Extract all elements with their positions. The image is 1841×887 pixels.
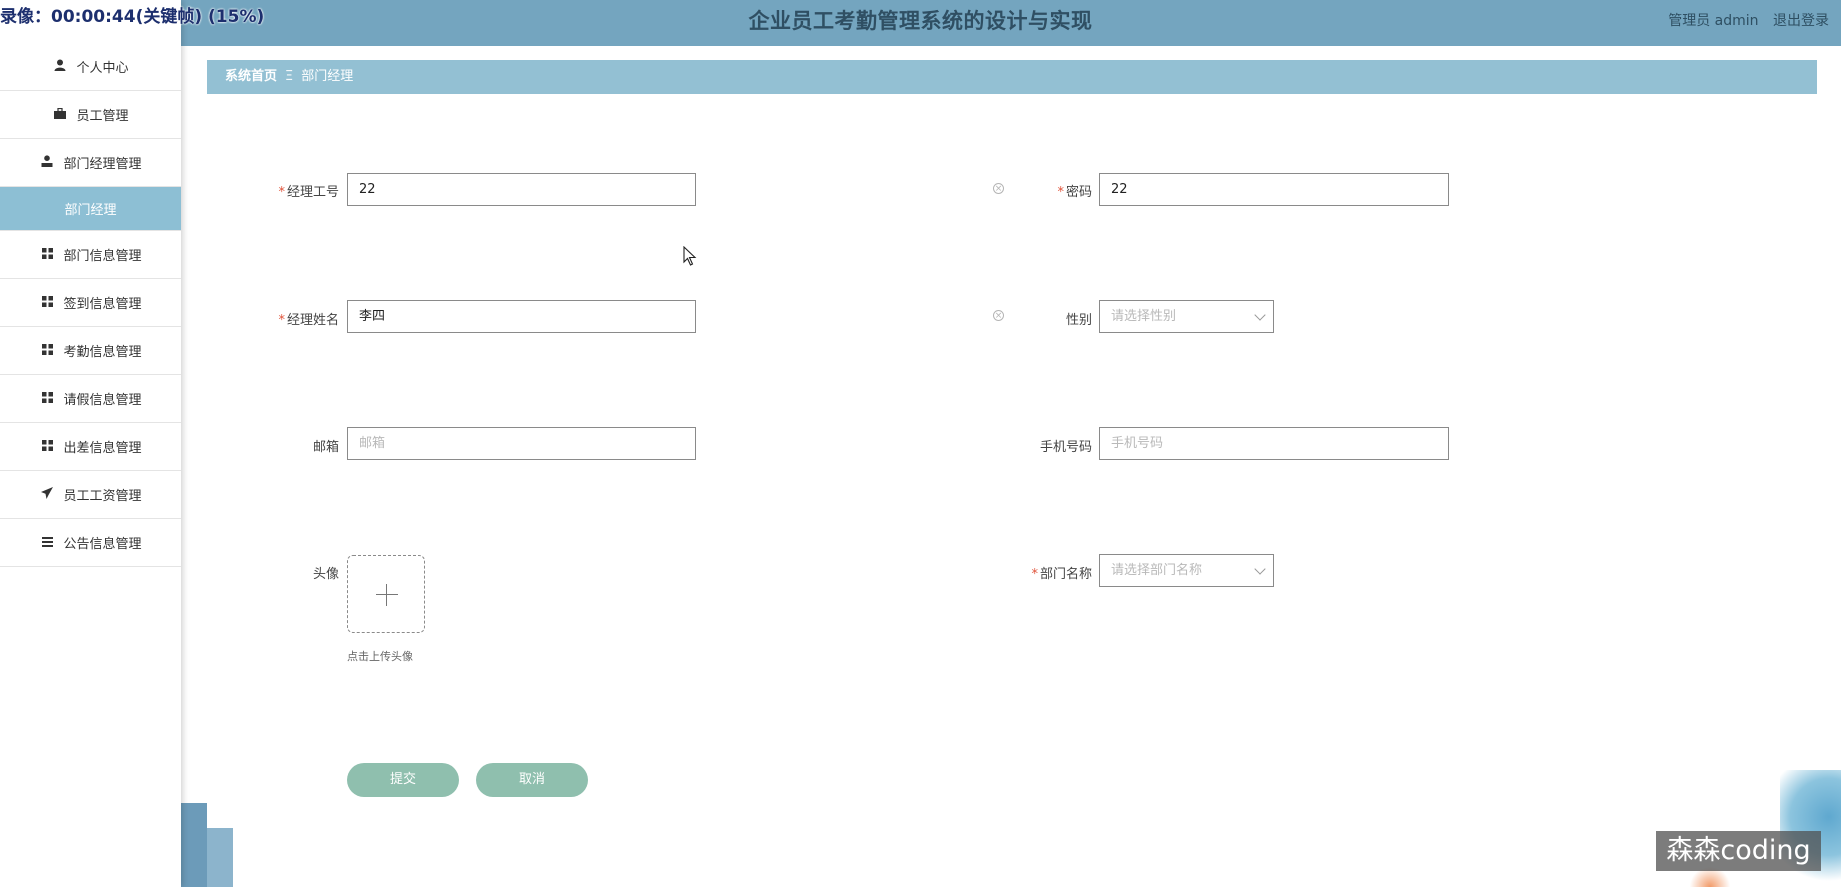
- watermark: 森森coding: [1656, 831, 1821, 871]
- breadcrumb-home[interactable]: 系统首页: [225, 69, 277, 84]
- manager-name-label: * 经理姓名: [229, 309, 339, 328]
- manager-id-input[interactable]: 22: [347, 173, 696, 206]
- user-icon: [52, 59, 68, 74]
- send-icon: [39, 487, 55, 502]
- sidebar-item-label: 员工管理: [76, 109, 129, 124]
- submit-button[interactable]: 提交: [347, 763, 459, 797]
- password-label: * 密码: [982, 181, 1092, 200]
- plus-icon: [376, 594, 398, 595]
- sidebar-item-label: 部门经理: [64, 203, 117, 218]
- manager-id-label: * 经理工号: [229, 181, 339, 200]
- sidebar-item-personal-center[interactable]: 个人中心: [0, 43, 181, 91]
- background-decoration: [181, 803, 207, 887]
- phone-input[interactable]: 手机号码: [1099, 427, 1449, 460]
- header-bar: 企业员工考勤管理系统的设计与实现 管理员 admin 退出登录: [0, 0, 1841, 46]
- required-mark: *: [1031, 567, 1038, 582]
- gender-label-text: 性别: [1065, 313, 1092, 328]
- sidebar-item-label: 公告信息管理: [63, 537, 142, 552]
- email-input[interactable]: 邮箱: [347, 427, 696, 460]
- logout-link[interactable]: 退出登录: [1773, 13, 1829, 29]
- password-input[interactable]: 22: [1099, 173, 1449, 206]
- sidebar-item-label: 请假信息管理: [63, 393, 142, 408]
- sidebar-item-label: 个人中心: [76, 61, 129, 76]
- grid-icon: [39, 295, 55, 310]
- gender-select[interactable]: 请选择性别: [1099, 300, 1274, 333]
- user-role: 管理员 admin: [1668, 13, 1759, 29]
- manager-name-label-text: 经理姓名: [286, 313, 339, 328]
- sidebar-item-label: 部门信息管理: [63, 249, 142, 264]
- chevron-down-icon: [1254, 563, 1266, 575]
- briefcase-icon: [52, 107, 68, 122]
- gender-placeholder: 请选择性别: [1111, 309, 1177, 324]
- sidebar-item-label: 出差信息管理: [63, 441, 142, 456]
- sidebar-item-dept-manager[interactable]: 部门经理管理: [0, 139, 181, 187]
- app-title: 企业员工考勤管理系统的设计与实现: [748, 9, 1093, 33]
- sidebar-item-salary[interactable]: 员工工资管理: [0, 471, 181, 519]
- avatar-upload-hint: 点击上传头像: [347, 650, 413, 663]
- manager-name-input[interactable]: 李四: [347, 300, 696, 333]
- breadcrumb: 系统首页 Ξ 部门经理: [207, 60, 1817, 94]
- email-label-text: 邮箱: [312, 440, 339, 455]
- sidebar-menu: 个人中心 员工管理 部门经理管理 部门经理 部门信息管理 签到信息管理 考勤信息…: [0, 43, 181, 567]
- grid-icon: [39, 247, 55, 262]
- department-select[interactable]: 请选择部门名称: [1099, 554, 1274, 587]
- list-icon: [39, 536, 55, 550]
- sidebar-item-employee[interactable]: 员工管理: [0, 91, 181, 139]
- sidebar-item-label: 部门经理管理: [63, 157, 142, 172]
- email-label: 邮箱: [229, 436, 339, 455]
- avatar-upload-button[interactable]: [347, 555, 425, 633]
- sidebar-item-announcement[interactable]: 公告信息管理: [0, 519, 181, 567]
- sidebar-item-business-trip-info[interactable]: 出差信息管理: [0, 423, 181, 471]
- sidebar-item-label: 员工工资管理: [63, 489, 142, 504]
- sidebar-item-signin-info[interactable]: 签到信息管理: [0, 279, 181, 327]
- user-tie-icon: [39, 155, 55, 170]
- grid-icon: [39, 391, 55, 406]
- background-decoration: [207, 828, 233, 887]
- sidebar-item-leave-info[interactable]: 请假信息管理: [0, 375, 181, 423]
- phone-label: 手机号码: [982, 436, 1092, 455]
- sidebar-item-label: 考勤信息管理: [63, 345, 142, 360]
- avatar-label-text: 头像: [312, 567, 339, 582]
- department-label-text: 部门名称: [1039, 567, 1092, 582]
- sidebar-item-label: 签到信息管理: [63, 297, 142, 312]
- plus-icon: [386, 584, 387, 606]
- grid-icon: [39, 439, 55, 454]
- password-label-text: 密码: [1065, 185, 1092, 200]
- required-mark: *: [278, 313, 285, 328]
- avatar-label: 头像: [229, 563, 339, 582]
- user-area: 管理员 admin 退出登录: [1658, 0, 1829, 42]
- department-placeholder: 请选择部门名称: [1111, 563, 1203, 578]
- sidebar-item-dept-info[interactable]: 部门信息管理: [0, 231, 181, 279]
- sidebar-item-attendance-info[interactable]: 考勤信息管理: [0, 327, 181, 375]
- cancel-button[interactable]: 取消: [476, 763, 588, 797]
- sidebar-subitem-dept-manager[interactable]: 部门经理: [0, 187, 181, 231]
- manager-id-label-text: 经理工号: [286, 185, 339, 200]
- breadcrumb-current: 部门经理: [301, 69, 354, 84]
- recording-status: 录像：00:00:44(关键帧) (15%): [0, 7, 265, 27]
- department-label: * 部门名称: [982, 563, 1092, 582]
- grid-icon: [39, 343, 55, 358]
- sidebar: 个人中心 员工管理 部门经理管理 部门经理 部门信息管理 签到信息管理 考勤信息…: [0, 0, 181, 887]
- breadcrumb-separator: Ξ: [285, 69, 294, 84]
- required-mark: *: [278, 185, 285, 200]
- mouse-cursor-icon: [683, 245, 697, 270]
- required-mark: *: [1057, 185, 1064, 200]
- phone-label-text: 手机号码: [1039, 440, 1092, 455]
- gender-label: 性别: [982, 309, 1092, 328]
- chevron-down-icon: [1254, 309, 1266, 321]
